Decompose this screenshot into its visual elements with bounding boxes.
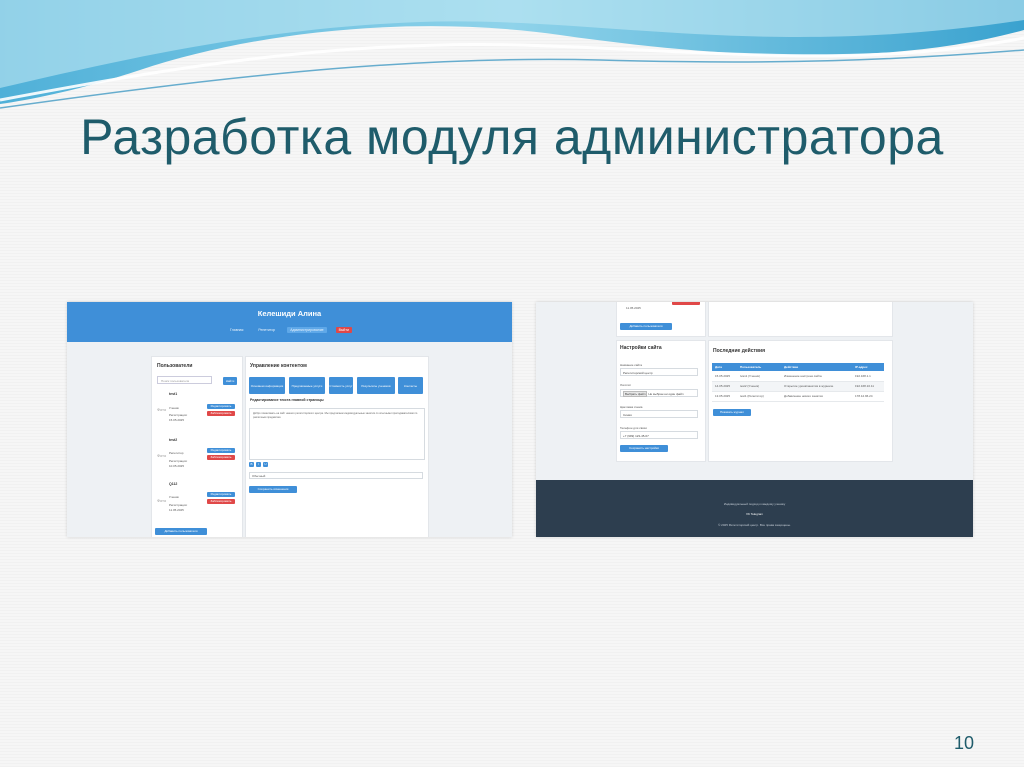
col-ip: IP-адрес — [855, 365, 868, 369]
block-user-button-stub[interactable] — [672, 302, 700, 305]
site-name-label: Название сайта — [620, 363, 643, 367]
site-name-input[interactable]: Репетиторский центр — [620, 368, 698, 376]
cell-ip: 192.168.1.1 — [855, 374, 871, 378]
user-avatar-icon: Фото — [157, 453, 167, 458]
page-number: 10 — [953, 733, 974, 753]
editor-text: Добро пожаловать на сайт нашего репетито… — [253, 412, 418, 419]
phone-input[interactable]: +7 (999) 123-45-67 — [620, 431, 698, 439]
italic-button[interactable]: I — [256, 462, 261, 467]
save-settings-button[interactable]: Сохранить настройки — [620, 445, 668, 452]
cell-action: Добавление нового занятия — [784, 394, 823, 398]
activity-heading: Последние действия — [713, 348, 766, 354]
bold-button[interactable]: B — [249, 462, 254, 467]
user-role: Ученик — [169, 406, 179, 410]
table-row: 15.05.2025 Ivan1 (Ученик) Изменение наст… — [712, 372, 884, 382]
cell-date: 13.05.2025 — [715, 394, 731, 398]
edit-text-heading: Редактирование текста главной страницы — [250, 398, 324, 402]
block-user-button[interactable]: Заблокировать — [207, 411, 235, 416]
choose-file-button[interactable]: Выбрать файл — [623, 391, 648, 397]
content-panel-stub — [708, 302, 893, 337]
user-registered-date: 11.05.2025 — [169, 508, 184, 512]
cell-action: Открытие урока/занятия в журнале — [784, 384, 834, 388]
cell-action: Изменение настроек сайта — [784, 374, 822, 378]
user-name: test2 — [169, 438, 178, 442]
activity-table-header: Дата Пользователь Действие IP-адрес — [712, 363, 884, 371]
user-role: Репетитор — [169, 451, 184, 455]
user-registered-label: Регистрация: — [169, 503, 188, 507]
user-avatar-icon: Фото — [157, 498, 167, 503]
main-text-editor[interactable]: Добро пожаловать на сайт нашего репетито… — [249, 408, 425, 460]
users-heading: Пользователи — [157, 363, 193, 369]
user-registered-label: Регистрация: — [169, 459, 188, 463]
footer-social-links[interactable]: VK Telegram — [536, 512, 973, 516]
tab-results[interactable]: Результаты учеников — [357, 377, 395, 394]
save-content-button[interactable]: Сохранить изменения — [249, 486, 297, 493]
color-scheme-label: Цветовая схема — [620, 405, 643, 409]
nav-item-admin[interactable]: Администрирование — [287, 327, 327, 333]
user-role: Ученик — [169, 495, 179, 499]
user-search-button[interactable]: Найти — [223, 377, 237, 385]
user-registered-date: 10.05.2025 — [169, 464, 185, 468]
user-registered-label: Регистрация: — [169, 413, 188, 417]
settings-heading: Настройки сайта — [620, 345, 662, 351]
header-nav: Главная Репетитор Администрирование Выйт… — [67, 327, 512, 333]
underline-button[interactable]: U — [263, 462, 268, 467]
settings-panel — [616, 340, 706, 462]
edit-user-button[interactable]: Редактировать — [207, 492, 235, 497]
block-user-button[interactable]: Заблокировать — [207, 455, 235, 460]
nav-item-logout[interactable]: Выйти — [335, 327, 352, 333]
edit-user-button[interactable]: Редактировать — [207, 448, 235, 453]
color-scheme-select[interactable]: Синяя — [620, 410, 698, 418]
add-user-button[interactable]: Добавить пользователя — [620, 323, 672, 330]
slide-title: Разработка модуля администратора — [80, 109, 944, 165]
user-name: test1 — [169, 392, 178, 396]
wave-decoration — [0, 0, 1024, 109]
logo-label: Логотип — [620, 383, 631, 387]
user-registered-date: 15.05.2025 — [169, 418, 185, 422]
file-status: Не выбран ни один файл — [648, 392, 684, 396]
user-avatar-icon: Фото — [157, 407, 167, 412]
content-heading: Управление контентом — [250, 363, 307, 369]
phone-label: Телефон для связи — [620, 426, 647, 430]
block-user-button[interactable]: Заблокировать — [207, 499, 235, 504]
site-footer: Индивидуальный подход к каждому ученику … — [536, 480, 973, 537]
header-user-name: Келешиди Алина — [257, 309, 322, 318]
cell-user: Ivan1 (Ученик) — [740, 374, 760, 378]
admin-panel-screenshot-left: Келешиди Алина Главная Репетитор Админис… — [67, 302, 512, 537]
site-header: Келешиди Алина Главная Репетитор Админис… — [67, 302, 512, 342]
user-search-input[interactable]: Поиск пользователя — [157, 376, 212, 384]
col-date: Дата — [715, 365, 722, 369]
col-user: Пользователь — [740, 365, 762, 369]
user-registered-date: 11.05.2025 — [626, 306, 641, 310]
cell-date: 14.05.2025 — [715, 384, 731, 388]
tab-main-info[interactable]: Основная информация — [249, 377, 285, 394]
cell-ip: 178.12.96.24 — [855, 394, 873, 398]
table-row: 14.05.2025 test2 (Ученик) Открытие урока… — [712, 382, 884, 392]
logo-file-input[interactable]: Выбрать файл Не выбран ни один файл — [620, 389, 698, 397]
footer-tagline: Индивидуальный подход к каждому ученику — [723, 502, 786, 506]
cell-date: 15.05.2025 — [715, 374, 731, 378]
nav-item-tutor[interactable]: Репетитор — [255, 327, 278, 333]
nav-item-home[interactable]: Главная — [227, 327, 246, 333]
cell-ip: 192.168.10.11 — [855, 384, 874, 388]
cell-user: test1 (Репетитор) — [740, 394, 764, 398]
text-style-select[interactable]: Обычный — [249, 472, 423, 479]
admin-panel-screenshot-right: 11.05.2025 Добавить пользователя Настрой… — [536, 302, 973, 537]
cell-user: test2 (Ученик) — [740, 384, 760, 388]
user-name: Q112 — [169, 482, 178, 486]
table-row: 13.05.2025 test1 (Репетитор) Добавление … — [712, 392, 884, 402]
tab-services[interactable]: Предлагаемые услуги — [289, 377, 325, 394]
footer-copyright: © 2025 Репетиторский центр. Все права за… — [718, 523, 791, 527]
tab-prices[interactable]: Стоимость услуг — [329, 377, 353, 394]
tab-contacts[interactable]: Контакты — [398, 377, 423, 394]
add-user-button[interactable]: Добавить пользователя — [155, 528, 207, 535]
edit-user-button[interactable]: Редактировать — [207, 404, 235, 409]
show-log-button[interactable]: Показать журнал — [713, 409, 751, 416]
col-action: Действие — [784, 365, 799, 369]
